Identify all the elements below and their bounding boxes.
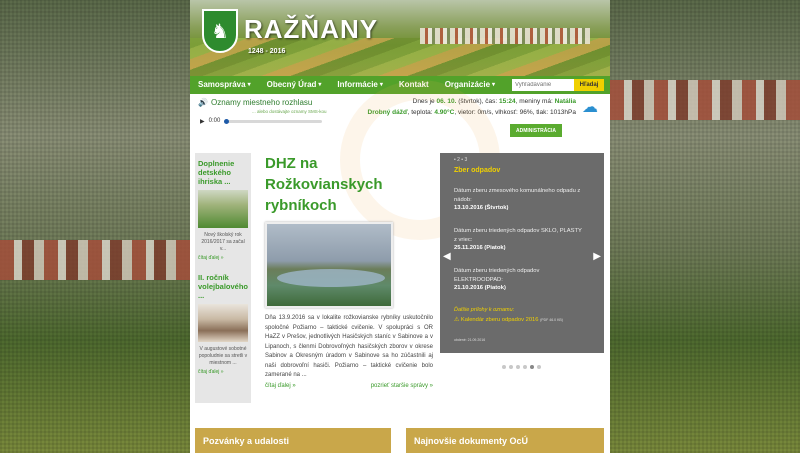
read-more-link[interactable]: čítaj ďalej »	[265, 383, 296, 389]
player-track[interactable]	[224, 118, 322, 124]
site-years: 1248 - 2016	[248, 48, 286, 55]
sidebar-item-title[interactable]: Doplnenie detského ihriska ...	[195, 153, 251, 186]
slider-next-icon[interactable]: ▶	[593, 251, 601, 262]
slider-block: Dátum zberu zmesového komunálneho odpadu…	[454, 187, 584, 213]
calendar-link-label: Kalendár zberu odpadov 2016	[460, 317, 539, 323]
header-village	[420, 28, 590, 44]
rozhlas-sms-note[interactable]: ... alebo dostávajte oznamy SMS-kou	[252, 109, 327, 114]
older-news-link[interactable]: pozrieť staršie správy »	[371, 383, 433, 389]
sidebar-item-text: Nový školský rok 2016/2017 sa začal v...	[201, 232, 245, 252]
attachment-icon: ⚠	[454, 317, 460, 323]
slider-page-numbers[interactable]: • 2 • 3	[454, 157, 467, 163]
chevron-down-icon: ▾	[247, 82, 251, 88]
background-scenery-left	[0, 0, 190, 453]
chevron-down-icon: ▾	[492, 82, 496, 88]
site-title[interactable]: RAŽŇANY	[244, 14, 378, 45]
nameday-label: , meniny má:	[515, 98, 553, 105]
announcement-slider: • 2 • 3 Zber odpadov Dátum zberu zmesové…	[440, 153, 604, 353]
player-time: 0:00	[208, 118, 221, 124]
slider-block-date: 21.10.2016 (Piatok)	[454, 285, 506, 291]
goat-crest-icon[interactable]: ♞	[202, 9, 238, 53]
pager-dot-active[interactable]	[530, 365, 534, 369]
search-button[interactable]: Hľadaj	[574, 79, 604, 91]
nav-item-obecny-urad[interactable]: Obecný Úrad ▾	[259, 76, 330, 94]
pager-dot[interactable]	[537, 365, 541, 369]
article-links: čítaj ďalej » pozrieť staršie správy »	[265, 383, 433, 389]
article-title[interactable]: DHZ na Rožkovianskych rybníkoch	[265, 153, 433, 216]
slider-block-text: Dátum zberu triedených odpadov ELEKTROOD…	[454, 268, 540, 283]
nameday-value: Natália	[554, 98, 576, 105]
documents-section-header[interactable]: Najnovšie dokumenty OcÚ	[406, 428, 604, 453]
sidebar-item-text: V augustové sobotné popoludnie sa stretl…	[198, 346, 248, 366]
sidebar-item-image[interactable]	[198, 304, 248, 342]
pager-dot[interactable]	[516, 365, 520, 369]
search-input[interactable]	[512, 79, 574, 91]
article-body: Dňa 13.9.2016 sa v lokalite rožkovianske…	[265, 315, 433, 378]
sidebar-item-title[interactable]: II. ročník volejbalového ...	[195, 261, 251, 300]
chevron-down-icon: ▾	[318, 82, 322, 88]
background-village-right	[610, 80, 800, 120]
slider-block-text: Dátum zberu zmesového komunálneho odpadu…	[454, 188, 581, 203]
background-village-left	[0, 240, 190, 280]
nav-label: Obecný Úrad	[266, 80, 317, 89]
slider-block: Dátum zberu triedených odpadov ELEKTROOD…	[454, 267, 584, 293]
sidebar-item-more-link[interactable]: čítaj ďalej »	[195, 367, 251, 375]
time-value: 15:24	[499, 98, 516, 105]
pager-dot[interactable]	[502, 365, 506, 369]
slider-block-text: Dátum zberu triedených odpadov SKLO, PLA…	[454, 228, 582, 243]
slider-title: Zber odpadov	[454, 167, 501, 174]
slider-block-date: 13.10.2016 (Štvrtok)	[454, 205, 509, 211]
background-scenery-right	[610, 0, 800, 453]
events-section-header[interactable]: Pozvánky a udalosti	[195, 428, 391, 453]
rozhlas-title[interactable]: 🔊 Oznamy miestneho rozhlasu	[198, 98, 312, 107]
slider-prev-icon[interactable]: ◀	[443, 251, 451, 262]
rozhlas-title-label: Oznamy miestneho rozhlasu	[210, 98, 313, 107]
calendar-link[interactable]: ⚠ Kalendár zberu odpadov 2016 (PDF 46.0 …	[454, 317, 563, 323]
nav-item-samosprava[interactable]: Samospráva ▾	[190, 76, 259, 94]
site-header: ♞ RAŽŇANY 1248 - 2016	[190, 0, 610, 76]
play-icon[interactable]: ▶	[200, 118, 205, 125]
nav-label: Samospráva	[198, 80, 246, 89]
pager-dot[interactable]	[523, 365, 527, 369]
sidebar-item-image[interactable]	[198, 190, 248, 228]
rain-cloud-icon: ☁	[582, 99, 598, 116]
pager-dot[interactable]	[509, 365, 513, 369]
slider-updated: obdené: 21.09.2016	[454, 338, 486, 342]
page-container: ♞ RAŽŇANY 1248 - 2016 Samospráva ▾ Obecný…	[190, 0, 610, 453]
slider-attachments-label: Ďalšie prílohy k oznamu:	[454, 307, 515, 313]
slider-block: Dátum zberu triedených odpadov SKLO, PLA…	[454, 227, 584, 253]
speaker-icon: 🔊	[198, 98, 208, 107]
nav-label: Informácie	[337, 80, 378, 89]
main-article: DHZ na Rožkovianskych rybníkoch Dňa 13.9…	[265, 153, 433, 389]
audio-player[interactable]: ▶ 0:00	[200, 116, 322, 126]
admin-button[interactable]: ADMINISTRÁCIA	[510, 124, 562, 137]
calendar-link-meta: (PDF 46.0 KB)	[540, 318, 563, 322]
article-image[interactable]	[265, 222, 393, 308]
sidebar: Doplnenie detského ihriska ... Nový škol…	[195, 153, 251, 403]
slider-pager	[502, 365, 541, 369]
sidebar-item-more-link[interactable]: čítaj ďalej »	[195, 253, 251, 261]
slider-block-date: 25.11.2016 (Piatok)	[454, 245, 506, 251]
